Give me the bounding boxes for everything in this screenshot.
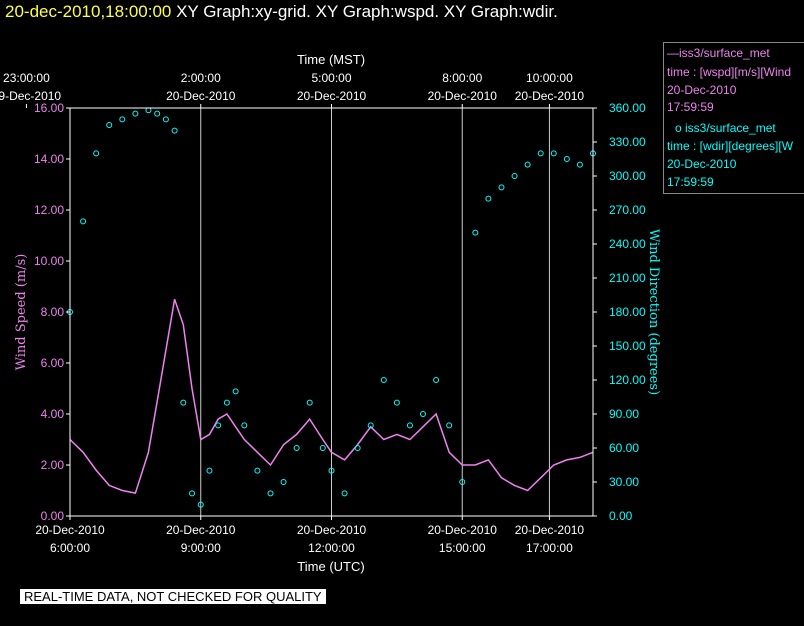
left-tick-label: 10.00 xyxy=(34,254,64,268)
legend-wdir-date: 20-Dec-2010 xyxy=(667,157,737,171)
wdir-point xyxy=(223,399,230,406)
wdir-point xyxy=(267,490,274,497)
bottom-tick-label-time: 12:00:00 xyxy=(308,541,355,555)
legend-wspd-time: 17:59:59 xyxy=(667,100,714,114)
right-tick-label: 210.00 xyxy=(609,271,646,285)
bottom-tick-label-date: 20-Dec-2010 xyxy=(166,523,236,537)
wdir-point xyxy=(215,422,222,429)
wdir-point xyxy=(189,490,196,497)
right-tick-label: 360.00 xyxy=(609,101,646,115)
wdir-point xyxy=(511,173,518,179)
right-tick-label: 30.00 xyxy=(609,475,639,489)
left-tick-label: 2.00 xyxy=(41,458,65,472)
left-tick-label: 4.00 xyxy=(41,407,65,421)
left-tick-label: 6.00 xyxy=(41,356,65,370)
wdir-point xyxy=(433,377,440,383)
wdir-point xyxy=(393,399,400,406)
wdir-point xyxy=(406,422,413,429)
legend-wdir-series-name: iss3/surface_met xyxy=(685,121,776,135)
wdir-point xyxy=(180,399,187,406)
bottom-tick-label-date: 20-Dec-2010 xyxy=(35,523,105,537)
right-tick-label: 240.00 xyxy=(609,237,646,251)
wdir-point xyxy=(145,107,152,114)
top-tick-label-date: 20-Dec-2010 xyxy=(515,89,585,103)
wdir-point xyxy=(171,127,178,134)
top-tick-label-time: 2:00:00 xyxy=(181,71,221,85)
top-tick-label-date: 20-Dec-2010 xyxy=(297,89,367,103)
wdir-point xyxy=(319,445,326,451)
wdir-point xyxy=(420,411,427,417)
wdir-point xyxy=(306,399,313,406)
top-tick-label-time: 8:00:00 xyxy=(442,71,482,85)
wdir-point xyxy=(380,377,387,383)
top-tick-label-date: 19-Dec-2010 xyxy=(0,89,61,103)
wdir-point xyxy=(472,229,479,236)
wdir-point xyxy=(341,490,348,497)
top-tick-label-time: 10:00:00 xyxy=(526,71,573,85)
wdir-point xyxy=(485,195,492,202)
wdir-point xyxy=(80,218,87,225)
bottom-tick-label-time: 6:00:00 xyxy=(50,541,90,555)
left-axis-title: Wind Speed (m/s) xyxy=(14,254,29,371)
wdir-point xyxy=(563,156,570,162)
right-tick-label: 60.00 xyxy=(609,441,639,455)
wdir-point xyxy=(524,161,531,168)
wdir-point xyxy=(106,122,113,128)
legend-wdir-time: 17:59:59 xyxy=(667,175,714,189)
top-tick-label-time: 23:00:00 xyxy=(3,71,50,85)
wdir-point xyxy=(241,422,248,429)
bottom-tick-label-time: 9:00:00 xyxy=(181,541,221,555)
right-tick-label: 90.00 xyxy=(609,407,639,421)
right-tick-label: 0.00 xyxy=(609,509,633,523)
right-axis-title: Wind Direction (degrees) xyxy=(646,229,661,395)
left-tick-label: 14.00 xyxy=(34,152,64,166)
wdir-point xyxy=(550,150,557,157)
top-tick-label-date: 20-Dec-2010 xyxy=(428,89,498,103)
left-tick-label: 8.00 xyxy=(41,305,65,319)
wdir-point xyxy=(446,422,453,429)
bottom-tick-label-time: 17:00:00 xyxy=(526,541,573,555)
right-tick-label: 120.00 xyxy=(609,373,646,387)
top-tick-label-date: 20-Dec-2010 xyxy=(166,89,236,103)
left-tick-label: 0.00 xyxy=(41,509,65,523)
wdir-point xyxy=(119,116,126,123)
wdir-point xyxy=(132,110,139,117)
wdir-point xyxy=(537,150,544,157)
bottom-tick-label-date: 20-Dec-2010 xyxy=(515,523,585,537)
wdir-point xyxy=(498,184,505,191)
right-tick-label: 330.00 xyxy=(609,135,646,149)
quality-disclaimer: REAL-TIME DATA, NOT CHECKED FOR QUALITY xyxy=(20,589,326,604)
left-tick-label: 16.00 xyxy=(34,101,64,115)
bottom-axis-title: Time (UTC) xyxy=(297,559,364,574)
right-tick-label: 270.00 xyxy=(609,203,646,217)
bottom-tick-label-date: 20-Dec-2010 xyxy=(428,523,498,537)
wdir-point xyxy=(93,150,100,157)
right-tick-label: 300.00 xyxy=(609,169,646,183)
wdir-point xyxy=(576,161,583,168)
wdir-point xyxy=(293,445,300,451)
left-tick-label: 12.00 xyxy=(34,203,64,217)
wdir-point xyxy=(206,467,213,474)
top-axis-title: Time (MST) xyxy=(297,52,365,67)
legend-wspd-series: —iss3/surface_met xyxy=(667,46,770,60)
wdir-point xyxy=(162,116,169,123)
right-tick-label: 180.00 xyxy=(609,305,646,319)
wdir-point xyxy=(280,479,287,485)
legend-wspd-variable: time : [wspd][m/s][Wind xyxy=(667,65,792,79)
wdir-point xyxy=(354,445,361,451)
wdir-point xyxy=(154,110,161,117)
wdir-point xyxy=(254,467,261,474)
legend-wdir-series: o iss3/surface_met xyxy=(675,121,776,135)
legend-wdir-variable: time : [wdir][degrees][W xyxy=(667,139,794,153)
bottom-tick-label-time: 15:00:00 xyxy=(439,541,486,555)
right-tick-label: 150.00 xyxy=(609,339,646,353)
top-tick-label-time: 5:00:00 xyxy=(311,71,351,85)
bottom-tick-label-date: 20-Dec-2010 xyxy=(297,523,367,537)
legend-wspd-date: 20-Dec-2010 xyxy=(667,83,737,97)
legend-wspd-series-name: iss3/surface_met xyxy=(679,46,770,60)
wdir-point xyxy=(232,388,239,395)
